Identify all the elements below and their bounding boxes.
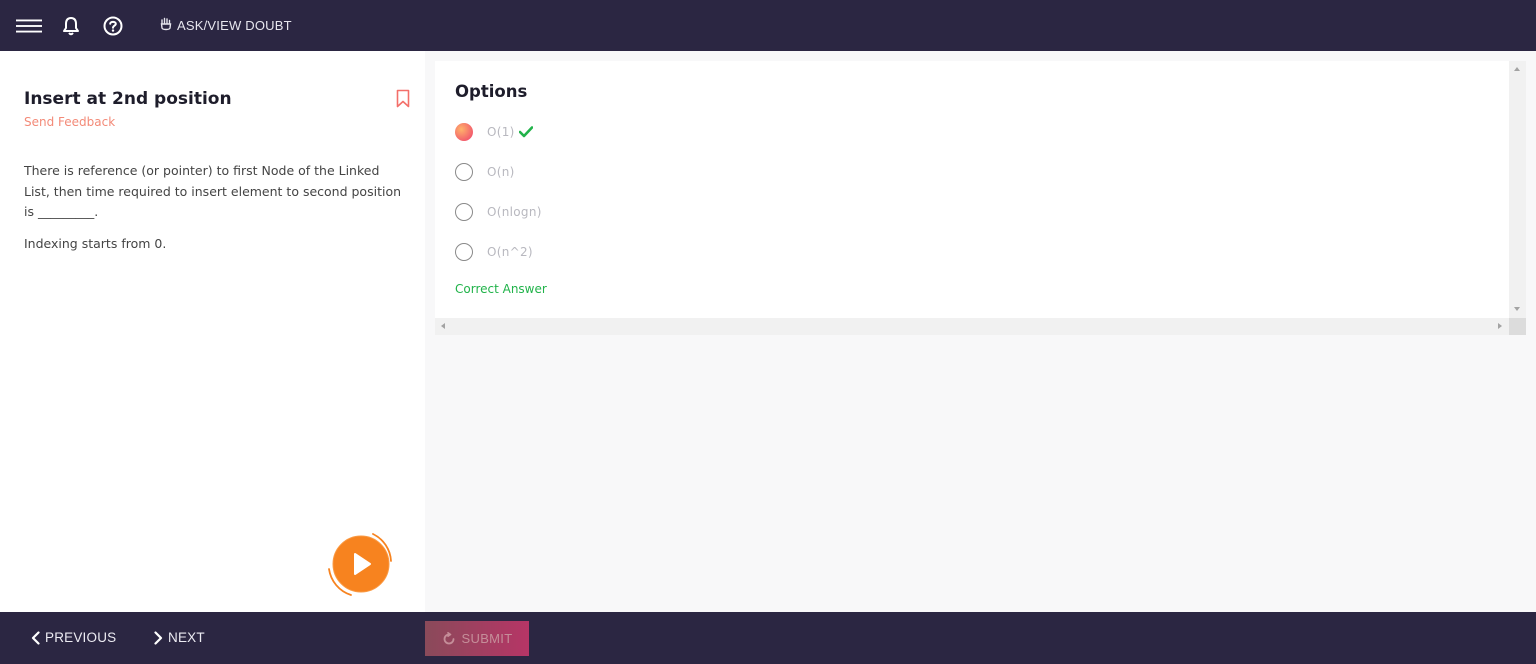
check-icon (518, 126, 533, 138)
radio-selected[interactable] (455, 123, 473, 141)
option-2[interactable]: O(n) (455, 162, 515, 182)
horizontal-scrollbar[interactable] (435, 318, 1509, 335)
scroll-down-icon[interactable] (1514, 307, 1520, 311)
ask-view-doubt-button[interactable]: ASK/VIEW DOUBT (160, 17, 292, 34)
question-note: Indexing starts from 0. (24, 236, 167, 251)
option-label: O(n^2) (487, 245, 533, 259)
vertical-scrollbar[interactable] (1509, 61, 1526, 318)
question-title: Insert at 2nd position (24, 89, 232, 109)
result-text: Correct Answer (455, 282, 547, 296)
scrollbar-corner (1509, 318, 1526, 335)
option-4[interactable]: O(n^2) (455, 242, 533, 262)
option-label: O(nlogn) (487, 205, 542, 219)
question-panel: Insert at 2nd position Send Feedback The… (0, 51, 425, 612)
play-icon (328, 533, 392, 596)
previous-button[interactable]: PREVIOUS (30, 630, 116, 645)
submit-label: SUBMIT (461, 631, 513, 646)
bookmark-icon[interactable] (395, 89, 411, 109)
hand-icon (160, 17, 172, 34)
option-label: O(n) (487, 165, 515, 179)
option-label: O(1) (487, 125, 515, 139)
radio-unselected[interactable] (455, 203, 473, 221)
refresh-icon (443, 631, 454, 644)
submit-button[interactable]: SUBMIT (425, 621, 529, 656)
chevron-left-icon (31, 630, 40, 645)
scroll-right-icon[interactable] (1498, 323, 1502, 329)
radio-unselected[interactable] (455, 163, 473, 181)
top-bar: ASK/VIEW DOUBT (0, 0, 1536, 51)
question-text: There is reference (or pointer) to first… (24, 163, 402, 219)
options-card: Options O(1) O(n) O(nlogn) O(n^2) Correc… (435, 61, 1509, 318)
send-feedback-link[interactable]: Send Feedback (24, 115, 115, 129)
ask-view-doubt-label: ASK/VIEW DOUBT (177, 18, 292, 33)
previous-label: PREVIOUS (45, 630, 117, 645)
option-1[interactable]: O(1) (455, 122, 533, 142)
radio-unselected[interactable] (455, 243, 473, 261)
play-button[interactable] (325, 529, 395, 599)
scroll-left-icon[interactable] (441, 323, 445, 329)
menu-icon[interactable] (16, 13, 42, 39)
chevron-right-icon (154, 630, 163, 645)
scroll-up-icon[interactable] (1514, 67, 1520, 71)
next-label: NEXT (168, 630, 205, 645)
option-3[interactable]: O(nlogn) (455, 202, 542, 222)
options-title: Options (455, 82, 528, 101)
bottom-bar: PREVIOUS NEXT SUBMIT (0, 612, 1536, 664)
help-icon[interactable] (100, 13, 126, 39)
bell-icon[interactable] (58, 13, 84, 39)
next-button[interactable]: NEXT (153, 630, 205, 645)
